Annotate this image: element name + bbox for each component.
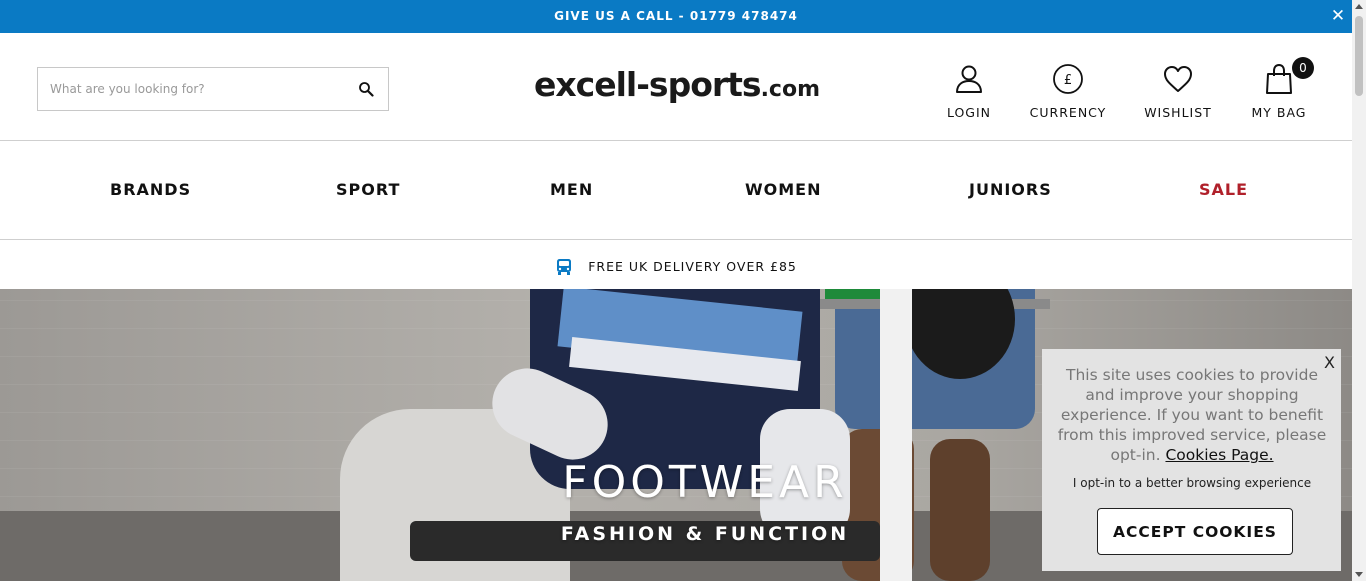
cookie-message: This site uses cookies to provide and im…	[1056, 365, 1328, 465]
currency-label: CURRENCY	[1029, 105, 1107, 120]
site-header: excell-sports.com LOGIN £ CURRENCY WISHL…	[0, 33, 1352, 141]
currency-symbol: £	[1064, 73, 1072, 88]
delivery-banner: FREE UK DELIVERY OVER £85	[0, 241, 1352, 289]
my-bag-button[interactable]: 0 MY BAG	[1248, 57, 1314, 120]
scroll-up-icon[interactable]	[1355, 4, 1363, 9]
search-icon[interactable]	[358, 81, 374, 97]
user-icon	[956, 65, 982, 93]
site-logo[interactable]: excell-sports.com	[534, 65, 824, 109]
heart-icon	[1164, 66, 1192, 92]
delivery-banner-content[interactable]: FREE UK DELIVERY OVER £85	[555, 256, 797, 276]
login-label: LOGIN	[946, 105, 992, 120]
top-announcement-bar: GIVE US A CALL - 01779 478474 ✕	[0, 0, 1352, 33]
nav-item-sale[interactable]: SALE	[1199, 180, 1248, 199]
scroll-thumb[interactable]	[1355, 16, 1363, 96]
bag-count-badge: 0	[1292, 57, 1314, 79]
pound-icon: £	[1053, 64, 1083, 94]
wishlist-button[interactable]: WISHLIST	[1142, 63, 1214, 120]
delivery-text: FREE UK DELIVERY OVER £85	[588, 259, 797, 274]
van-icon	[557, 258, 572, 275]
logo-tld-text: .com	[760, 77, 820, 102]
nav-item-brands[interactable]: BRANDS	[110, 180, 191, 199]
nav-item-sport[interactable]: SPORT	[336, 180, 400, 199]
cookie-optin-text: I opt-in to a better browsing experience	[1072, 476, 1312, 490]
accept-cookies-button[interactable]: ACCEPT COOKIES	[1097, 508, 1293, 555]
call-us-link[interactable]: GIVE US A CALL - 01779 478474	[554, 0, 798, 33]
cookie-consent-banner: X This site uses cookies to provide and …	[1042, 349, 1341, 571]
shopping-bag-icon	[1266, 63, 1292, 94]
search-input[interactable]	[38, 68, 348, 110]
nav-item-men[interactable]: MEN	[550, 180, 593, 199]
search-box	[37, 67, 389, 111]
currency-button[interactable]: £ CURRENCY	[1026, 63, 1110, 120]
close-announcement-icon[interactable]: ✕	[1330, 6, 1346, 26]
nav-item-women[interactable]: WOMEN	[745, 180, 822, 199]
cookies-page-link[interactable]: Cookies Page.	[1165, 446, 1273, 464]
hero-figure-leg	[930, 439, 990, 581]
my-bag-label: MY BAG	[1251, 105, 1307, 120]
scroll-down-icon[interactable]	[1355, 572, 1363, 577]
page: GIVE US A CALL - 01779 478474 ✕ excell-s…	[0, 0, 1366, 581]
hero-title: FOOTWEAR	[562, 457, 848, 508]
logo-main-text: excell-sports	[534, 65, 762, 104]
hero-bench-frame	[880, 289, 912, 581]
wishlist-label: WISHLIST	[1144, 105, 1212, 120]
hero-subtitle: FASHION & FUNCTION	[560, 523, 850, 545]
login-button[interactable]: LOGIN	[940, 63, 998, 120]
nav-item-juniors[interactable]: JUNIORS	[969, 180, 1052, 199]
main-navigation: BRANDS SPORT MEN WOMEN JUNIORS SALE	[0, 142, 1352, 240]
page-scrollbar[interactable]	[1352, 0, 1366, 581]
